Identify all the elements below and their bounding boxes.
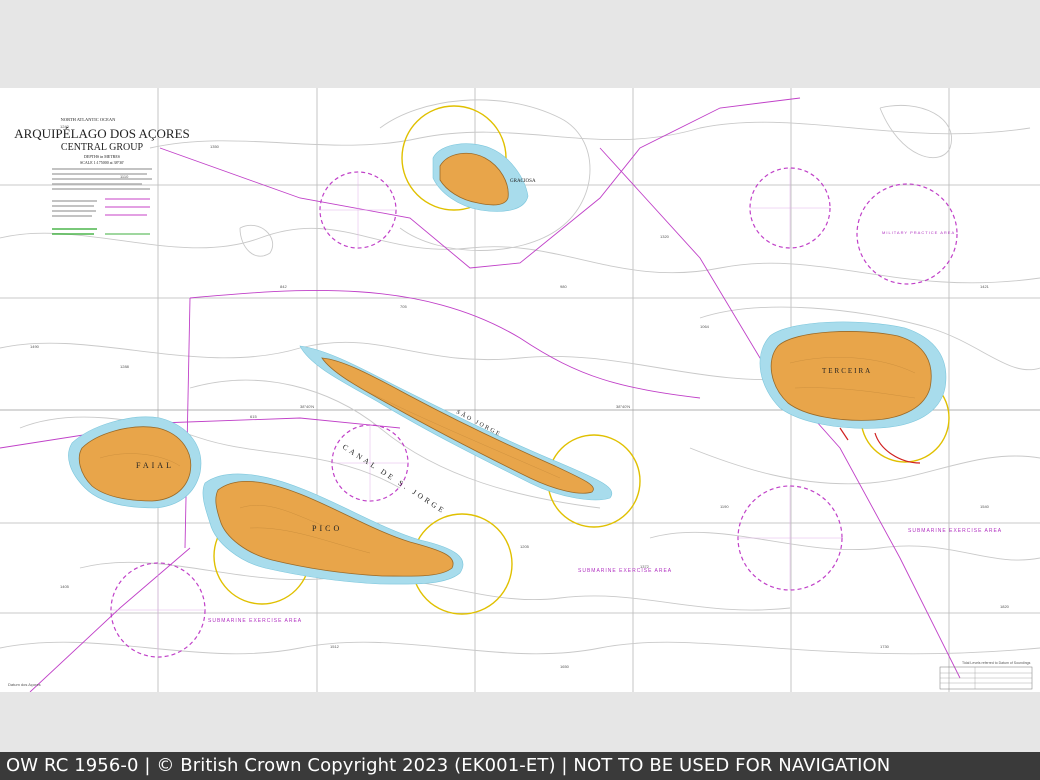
chart-title: ARQUIPÉLAGO DOS AÇORES xyxy=(14,126,190,141)
red-approach-lines xyxy=(839,427,921,464)
chart-units: DEPTHS in METRES xyxy=(84,154,120,159)
svg-text:1064: 1064 xyxy=(700,324,710,329)
svg-text:1650: 1650 xyxy=(560,664,570,669)
corner-note: Datum dos Açores xyxy=(8,682,41,687)
title-green-notes xyxy=(52,228,150,235)
svg-text:980: 980 xyxy=(560,284,567,289)
svg-text:1320: 1320 xyxy=(660,234,670,239)
svg-text:1190: 1190 xyxy=(720,504,729,509)
tidal-table-title: Tidal Levels referred to Datum of Soundi… xyxy=(962,661,1031,665)
svg-text:1512: 1512 xyxy=(330,644,340,649)
chart-scale: SCALE 1:175000 at 38°30' xyxy=(80,160,124,165)
military-area-label: MILITARY PRACTICE AREA xyxy=(882,230,955,235)
title-magenta-notes xyxy=(105,198,150,216)
exercise-area-label-1: SUBMARINE EXERCISE AREA xyxy=(578,568,672,574)
label-channel: CANAL DE S. JORGE xyxy=(341,442,448,516)
svg-text:1288: 1288 xyxy=(120,364,130,369)
label-pico: PICO xyxy=(312,524,342,533)
svg-text:1820: 1820 xyxy=(1000,604,1010,609)
svg-text:615: 615 xyxy=(250,414,257,419)
title-notes xyxy=(52,168,152,217)
svg-text:1730: 1730 xyxy=(880,644,890,649)
circle-radials xyxy=(111,168,842,657)
footer-caption: OW RC 1956-0 | © British Crown Copyright… xyxy=(6,755,891,776)
svg-text:1421: 1421 xyxy=(980,284,990,289)
nautical-chart[interactable]: 1240 1110 1350 842 705 980 1320 1064 1421 1490… xyxy=(0,88,1040,692)
svg-text:1540: 1540 xyxy=(980,504,990,509)
label-terceira: TERCEIRA xyxy=(822,367,872,375)
ocean-label: NORTH ATLANTIC OCEAN xyxy=(61,117,116,122)
chart-subtitle: CENTRAL GROUP xyxy=(61,142,144,153)
svg-text:705: 705 xyxy=(400,304,407,309)
label-graciosa: GRACIOSA xyxy=(510,179,536,184)
svg-text:1205: 1205 xyxy=(520,544,530,549)
svg-text:1405: 1405 xyxy=(60,584,70,589)
svg-text:842: 842 xyxy=(280,284,287,289)
chart-canvas: 124011101350 842705980 132010641421 1490… xyxy=(0,88,1040,692)
copyright-footer: OW RC 1956-0 | © British Crown Copyright… xyxy=(0,752,1040,780)
viewer-top-margin xyxy=(0,0,1040,88)
terceira-island xyxy=(770,331,932,421)
svg-text:1490: 1490 xyxy=(30,344,40,349)
lat-label-1: 38°40'N xyxy=(300,404,314,409)
viewer-bottom-margin xyxy=(0,692,1040,752)
svg-text:1350: 1350 xyxy=(210,144,220,149)
exercise-area-label-3: SUBMARINE EXERCISE AREA xyxy=(908,528,1002,534)
exercise-area-label-2: SUBMARINE EXERCISE AREA xyxy=(208,618,302,624)
lat-label-2: 38°40'N xyxy=(616,404,630,409)
label-faial: FAIAL xyxy=(136,461,174,470)
